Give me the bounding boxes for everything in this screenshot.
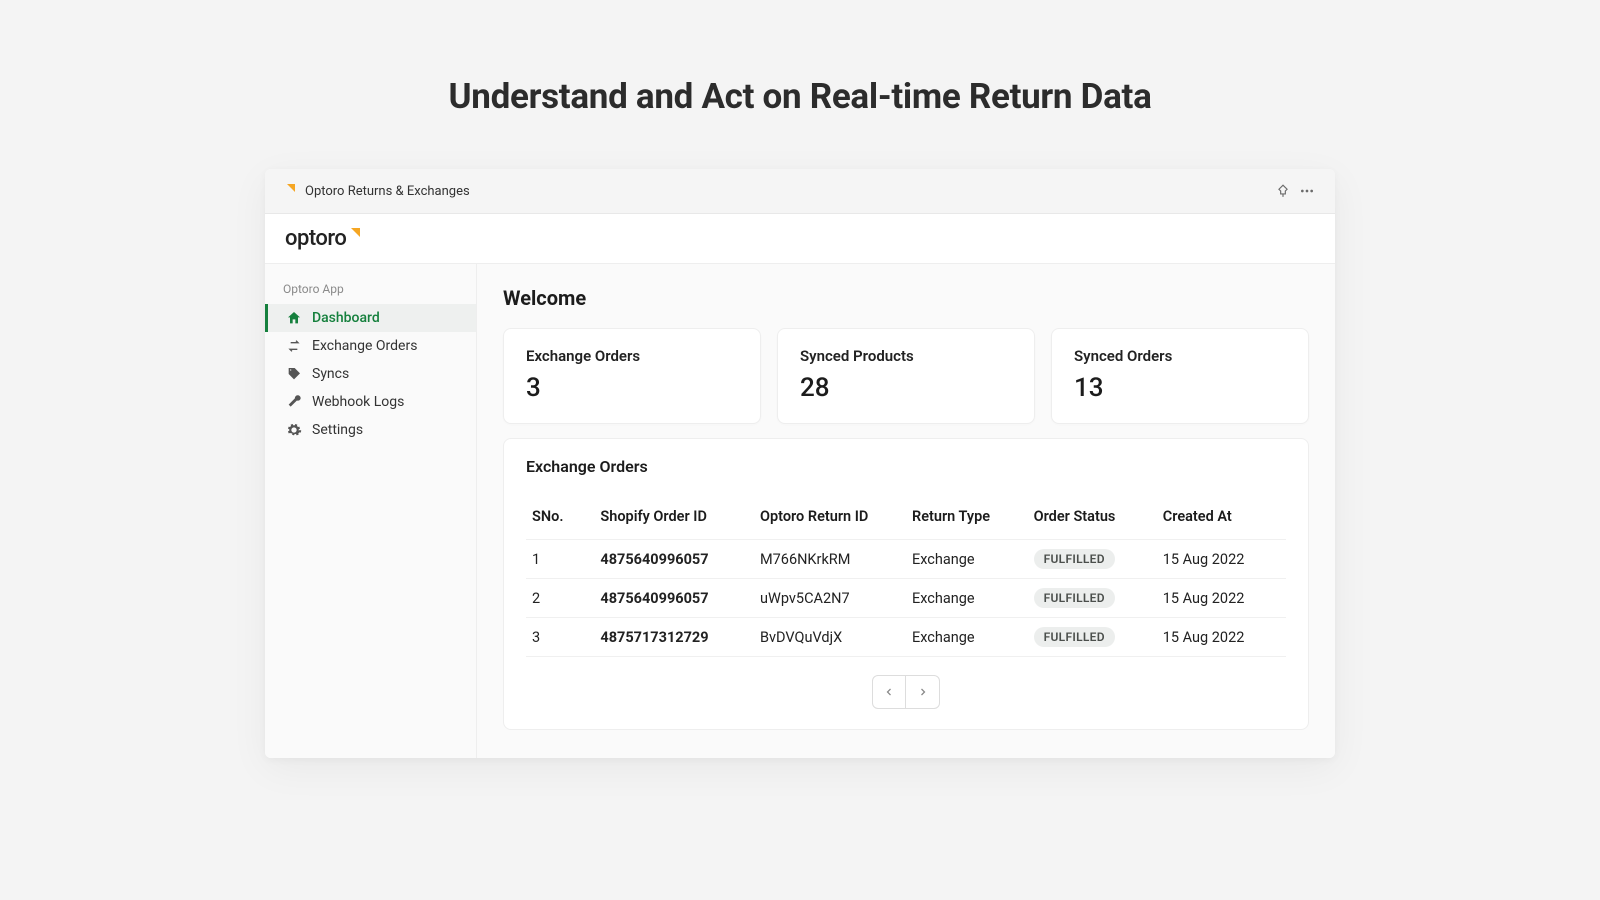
cell-sno: 1 (526, 540, 594, 579)
orders-table-card: Exchange Orders SNo. Shopify Order ID Op… (503, 438, 1309, 730)
cell-return-id: BvDVQuVdjX (754, 618, 906, 657)
more-button[interactable] (1295, 179, 1319, 203)
tag-icon (286, 366, 302, 382)
exchange-icon (286, 338, 302, 354)
stats-row: Exchange Orders 3 Synced Products 28 Syn… (503, 328, 1309, 424)
home-icon (286, 310, 302, 326)
status-badge: FULFILLED (1034, 627, 1115, 647)
cell-status: FULFILLED (1028, 540, 1157, 579)
sidebar-item-syncs[interactable]: Syncs (265, 360, 476, 388)
sidebar-item-label: Settings (312, 422, 363, 438)
chevron-right-icon (917, 686, 929, 698)
pager-prev-button[interactable] (872, 675, 906, 709)
stat-card-exchange-orders: Exchange Orders 3 (503, 328, 761, 424)
wrench-icon (286, 394, 302, 410)
app-icon (281, 184, 295, 198)
cell-shopify-id: 4875640996057 (594, 540, 754, 579)
cell-created-at: 15 Aug 2022 (1157, 540, 1286, 579)
sidebar-item-label: Syncs (312, 366, 349, 382)
pin-button[interactable] (1271, 179, 1295, 203)
table-row[interactable]: 3 4875717312729 BvDVQuVdjX Exchange FULF… (526, 618, 1286, 657)
status-badge: FULFILLED (1034, 588, 1115, 608)
pager (526, 675, 1286, 709)
brand-bar: optoro (265, 214, 1335, 264)
stat-label: Synced Products (800, 347, 1012, 365)
hero-title: Understand and Act on Real-time Return D… (0, 0, 1600, 117)
stat-card-synced-orders: Synced Orders 13 (1051, 328, 1309, 424)
window-title: Optoro Returns & Exchanges (305, 184, 470, 199)
pager-next-button[interactable] (906, 675, 940, 709)
brand-logo: optoro (285, 226, 360, 251)
stat-card-synced-products: Synced Products 28 (777, 328, 1035, 424)
col-return-id: Optoro Return ID (754, 500, 906, 540)
cell-return-id: M766NKrkRM (754, 540, 906, 579)
table-row[interactable]: 1 4875640996057 M766NKrkRM Exchange FULF… (526, 540, 1286, 579)
cell-sno: 3 (526, 618, 594, 657)
more-icon (1299, 183, 1315, 199)
cell-status: FULFILLED (1028, 618, 1157, 657)
stat-value: 13 (1074, 373, 1286, 403)
window-titlebar: Optoro Returns & Exchanges (265, 169, 1335, 214)
sidebar-item-label: Webhook Logs (312, 394, 404, 410)
table-header-row: SNo. Shopify Order ID Optoro Return ID R… (526, 500, 1286, 540)
cell-shopify-id: 4875640996057 (594, 579, 754, 618)
orders-table-title: Exchange Orders (526, 457, 1286, 476)
stat-value: 3 (526, 373, 738, 403)
table-row[interactable]: 2 4875640996057 uWpv5CA2N7 Exchange FULF… (526, 579, 1286, 618)
app-window: Optoro Returns & Exchanges optoro Optoro… (265, 169, 1335, 758)
col-status: Order Status (1028, 500, 1157, 540)
col-created-at: Created At (1157, 500, 1286, 540)
status-badge: FULFILLED (1034, 549, 1115, 569)
sidebar-item-label: Exchange Orders (312, 338, 417, 354)
cell-return-type: Exchange (906, 618, 1028, 657)
col-shopify-id: Shopify Order ID (594, 500, 754, 540)
sidebar-item-label: Dashboard (312, 310, 380, 326)
cell-sno: 2 (526, 579, 594, 618)
sidebar-item-exchange-orders[interactable]: Exchange Orders (265, 332, 476, 360)
gear-icon (286, 422, 302, 438)
stat-label: Synced Orders (1074, 347, 1286, 365)
orders-table: SNo. Shopify Order ID Optoro Return ID R… (526, 500, 1286, 657)
stat-value: 28 (800, 373, 1012, 403)
sidebar-item-webhook-logs[interactable]: Webhook Logs (265, 388, 476, 416)
cell-status: FULFILLED (1028, 579, 1157, 618)
page-title: Welcome (503, 286, 1309, 310)
cell-return-id: uWpv5CA2N7 (754, 579, 906, 618)
col-return-type: Return Type (906, 500, 1028, 540)
pin-icon (1276, 184, 1290, 198)
main-content: Welcome Exchange Orders 3 Synced Product… (477, 264, 1335, 758)
cell-shopify-id: 4875717312729 (594, 618, 754, 657)
cell-created-at: 15 Aug 2022 (1157, 618, 1286, 657)
sidebar-item-dashboard[interactable]: Dashboard (265, 304, 476, 332)
cell-created-at: 15 Aug 2022 (1157, 579, 1286, 618)
chevron-left-icon (883, 686, 895, 698)
cell-return-type: Exchange (906, 540, 1028, 579)
sidebar-item-settings[interactable]: Settings (265, 416, 476, 444)
sidebar: Optoro App Dashboard Exchange Orders Syn… (265, 264, 477, 758)
sidebar-section-label: Optoro App (265, 278, 476, 304)
cell-return-type: Exchange (906, 579, 1028, 618)
col-sno: SNo. (526, 500, 594, 540)
stat-label: Exchange Orders (526, 347, 738, 365)
